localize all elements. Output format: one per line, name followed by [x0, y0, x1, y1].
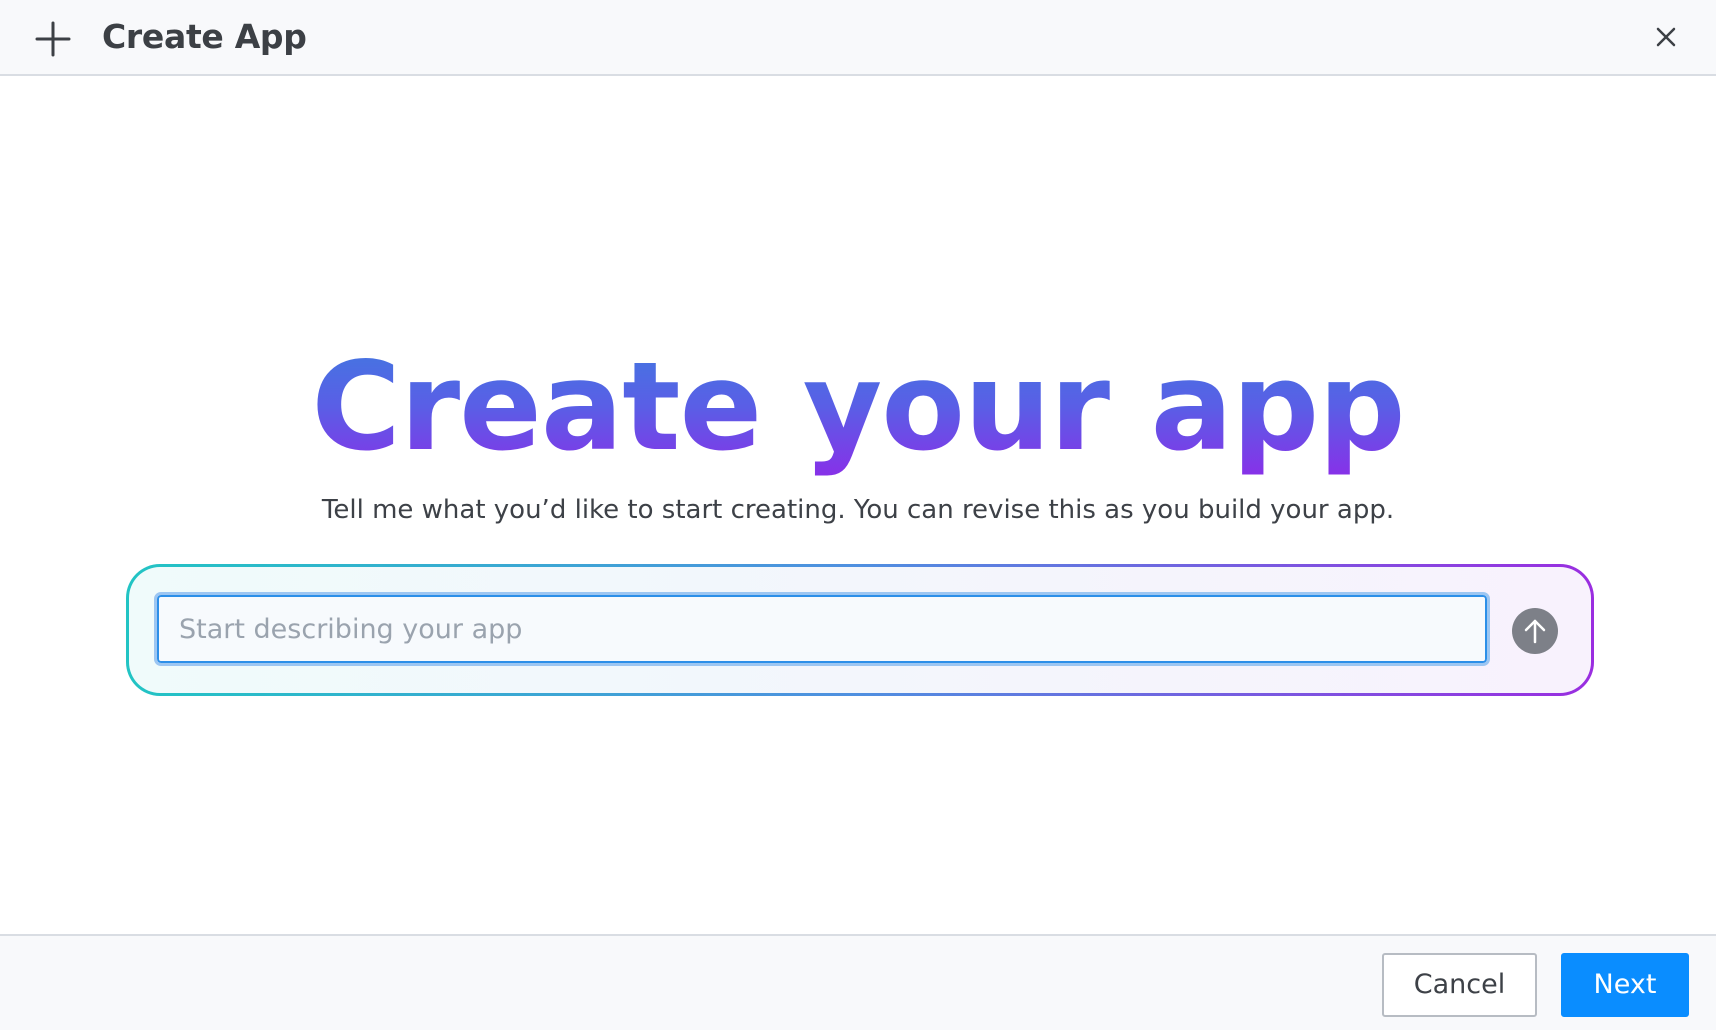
plus-icon: [34, 20, 72, 58]
hero-title: Create your app: [0, 334, 1716, 480]
prompt-box: [126, 564, 1594, 696]
dialog-footer: Cancel Next: [0, 934, 1716, 1030]
dialog-title: Create App: [102, 17, 307, 56]
send-button[interactable]: [1512, 608, 1558, 654]
dialog-header: Create App: [0, 0, 1716, 76]
arrow-up-icon: [1524, 619, 1546, 644]
close-icon[interactable]: [1649, 20, 1683, 54]
prompt-box-inner: [129, 567, 1591, 693]
create-app-dialog: Create App Create your app Tell me what …: [0, 0, 1716, 1030]
next-button[interactable]: Next: [1561, 953, 1689, 1017]
hero-subtitle: Tell me what you’d like to start creatin…: [321, 495, 1395, 525]
app-description-input[interactable]: [154, 592, 1490, 666]
cancel-button[interactable]: Cancel: [1382, 953, 1537, 1017]
